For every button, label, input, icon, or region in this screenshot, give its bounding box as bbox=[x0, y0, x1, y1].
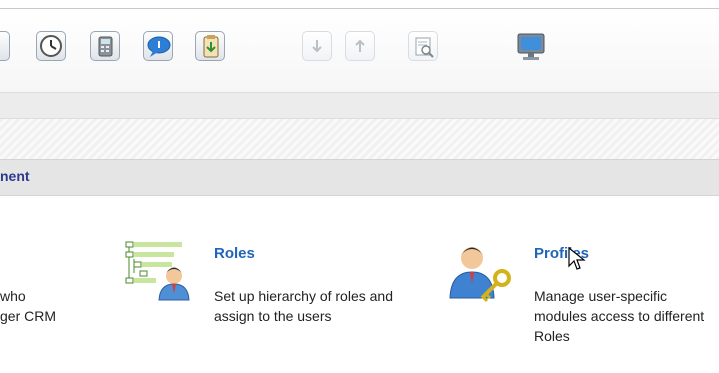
settings-content: who ger CRM Roles Set up hierarchy of ro… bbox=[0, 196, 719, 373]
profiles-description: Manage user-specific modules access to d… bbox=[534, 288, 705, 344]
partial-item-description: who ger CRM bbox=[0, 286, 90, 326]
chat-icon bbox=[147, 36, 171, 57]
partial-item-line-2: ger CRM bbox=[0, 308, 57, 324]
calculator-button[interactable] bbox=[90, 31, 120, 61]
import-arrow-icon bbox=[312, 40, 322, 53]
section-header: nent bbox=[0, 159, 719, 196]
clock-button[interactable] bbox=[36, 31, 66, 61]
section-title: nent bbox=[0, 168, 30, 184]
profiles-user-key-icon bbox=[449, 247, 511, 303]
partial-item-line-1: who bbox=[0, 288, 26, 304]
striped-band bbox=[0, 119, 719, 159]
monitor-icon bbox=[517, 33, 545, 60]
import-button[interactable] bbox=[302, 31, 332, 61]
main-frame: nent who ger CRM Roles Set up hierarchy … bbox=[0, 8, 719, 365]
chat-button[interactable] bbox=[143, 31, 173, 61]
export-button[interactable] bbox=[345, 31, 375, 61]
find-duplicates-icon bbox=[415, 37, 434, 58]
sub-toolbar-band bbox=[0, 92, 719, 119]
mouse-pointer-icon bbox=[568, 246, 586, 270]
export-arrow-icon bbox=[355, 39, 365, 52]
clock-icon bbox=[40, 35, 62, 57]
monitor-button[interactable] bbox=[515, 31, 545, 61]
toolbar bbox=[0, 9, 719, 92]
roles-link[interactable]: Roles bbox=[214, 245, 255, 262]
partial-toolbar-button[interactable] bbox=[0, 31, 10, 61]
clipboard-button[interactable] bbox=[195, 31, 225, 61]
find-duplicates-button[interactable] bbox=[408, 31, 438, 61]
calculator-icon bbox=[98, 36, 113, 57]
roles-description: Set up hierarchy of roles and assign to … bbox=[214, 288, 393, 324]
clipboard-import-icon bbox=[203, 35, 219, 58]
roles-hierarchy-icon bbox=[125, 241, 190, 301]
